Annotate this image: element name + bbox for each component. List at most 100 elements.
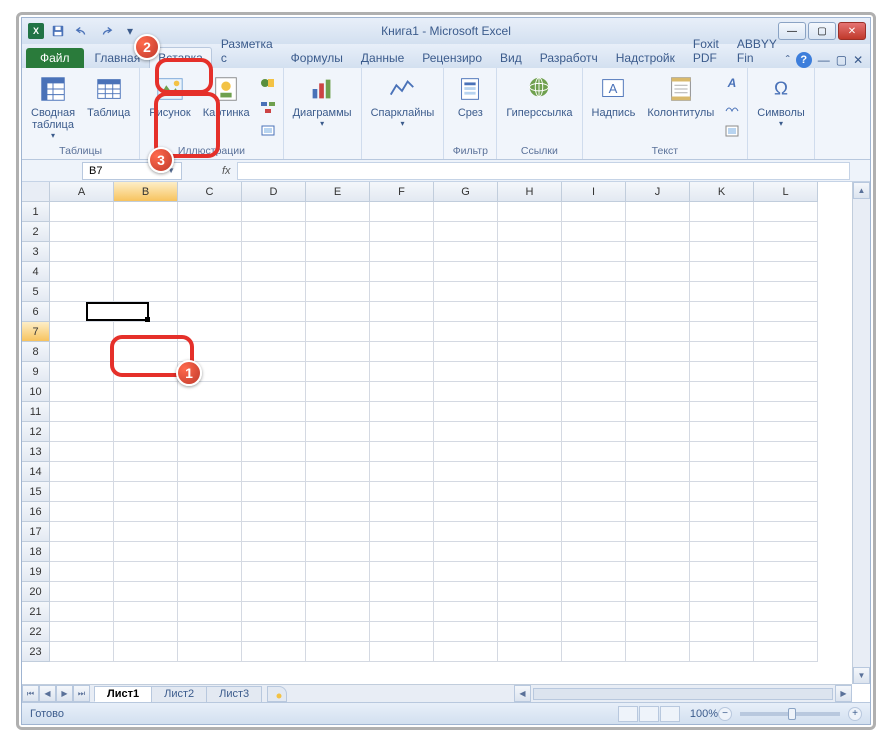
row-header[interactable]: 10 — [22, 382, 50, 402]
cell[interactable] — [114, 462, 178, 482]
cell[interactable] — [690, 422, 754, 442]
cell[interactable] — [690, 542, 754, 562]
cell[interactable] — [562, 442, 626, 462]
cell[interactable] — [370, 402, 434, 422]
cell[interactable] — [498, 562, 562, 582]
cell[interactable] — [690, 562, 754, 582]
cell[interactable] — [178, 402, 242, 422]
cell[interactable] — [306, 362, 370, 382]
sparklines-button[interactable]: Спарклайны ▾ — [366, 70, 440, 131]
cell[interactable] — [690, 582, 754, 602]
picture-button[interactable]: Рисунок — [144, 70, 196, 122]
zoom-in-button[interactable]: + — [848, 707, 862, 721]
cell[interactable] — [690, 502, 754, 522]
cell[interactable] — [690, 362, 754, 382]
cell[interactable] — [178, 422, 242, 442]
cell[interactable] — [562, 622, 626, 642]
hyperlink-button[interactable]: Гиперссылка — [501, 70, 577, 122]
row-header[interactable]: 2 — [22, 222, 50, 242]
row-header[interactable]: 1 — [22, 202, 50, 222]
cell[interactable] — [306, 462, 370, 482]
cell[interactable] — [754, 602, 818, 622]
cell[interactable] — [306, 302, 370, 322]
clipart-button[interactable]: Картинка — [198, 70, 255, 122]
cell[interactable] — [114, 262, 178, 282]
col-header[interactable]: C — [178, 182, 242, 202]
cell[interactable] — [50, 282, 114, 302]
cell[interactable] — [562, 582, 626, 602]
scroll-up-icon[interactable]: ▲ — [853, 182, 870, 199]
cell[interactable] — [498, 242, 562, 262]
cell[interactable] — [178, 542, 242, 562]
cell[interactable] — [562, 222, 626, 242]
cell[interactable] — [434, 562, 498, 582]
scroll-left-icon[interactable]: ◀ — [514, 685, 531, 702]
row-header[interactable]: 3 — [22, 242, 50, 262]
cell[interactable] — [498, 402, 562, 422]
screenshot-icon[interactable] — [257, 120, 279, 142]
cell[interactable] — [50, 382, 114, 402]
cell[interactable] — [754, 542, 818, 562]
cell[interactable] — [562, 302, 626, 322]
row-header[interactable]: 17 — [22, 522, 50, 542]
cell[interactable] — [370, 582, 434, 602]
new-sheet-button[interactable] — [267, 686, 287, 702]
cell[interactable] — [50, 402, 114, 422]
cell[interactable] — [690, 302, 754, 322]
cell[interactable] — [754, 482, 818, 502]
cell[interactable] — [626, 382, 690, 402]
cell[interactable] — [306, 322, 370, 342]
cell[interactable] — [434, 522, 498, 542]
close-button[interactable]: ✕ — [838, 22, 866, 40]
cell[interactable] — [114, 222, 178, 242]
cell[interactable] — [498, 202, 562, 222]
object-icon[interactable] — [721, 120, 743, 142]
col-header[interactable]: E — [306, 182, 370, 202]
cell[interactable] — [178, 322, 242, 342]
cell[interactable] — [754, 342, 818, 362]
cell[interactable] — [114, 562, 178, 582]
tab-data[interactable]: Данные — [352, 47, 413, 68]
cell[interactable] — [434, 622, 498, 642]
zoom-slider[interactable] — [740, 712, 840, 716]
cell[interactable] — [626, 462, 690, 482]
cell[interactable] — [50, 462, 114, 482]
excel-app-icon[interactable]: X — [28, 23, 44, 39]
row-header[interactable]: 5 — [22, 282, 50, 302]
cell[interactable] — [242, 522, 306, 542]
view-page-break-icon[interactable] — [660, 706, 680, 722]
cell[interactable] — [370, 562, 434, 582]
col-header[interactable]: J — [626, 182, 690, 202]
cell[interactable] — [370, 302, 434, 322]
row-header[interactable]: 23 — [22, 642, 50, 662]
cell[interactable] — [562, 542, 626, 562]
ribbon-minimize-icon[interactable]: ˆ — [786, 53, 790, 67]
cell[interactable] — [178, 202, 242, 222]
cell[interactable] — [370, 442, 434, 462]
redo-icon[interactable] — [96, 21, 116, 41]
cell[interactable] — [562, 362, 626, 382]
cell[interactable] — [754, 222, 818, 242]
cell[interactable] — [562, 242, 626, 262]
cell[interactable] — [114, 442, 178, 462]
cell[interactable] — [178, 562, 242, 582]
cell[interactable] — [498, 462, 562, 482]
sheet-nav-prev-icon[interactable]: ◀ — [39, 685, 56, 702]
cell[interactable] — [690, 242, 754, 262]
cell[interactable] — [562, 642, 626, 662]
cell[interactable] — [754, 282, 818, 302]
cell[interactable] — [370, 262, 434, 282]
cell[interactable] — [626, 522, 690, 542]
hscroll-track[interactable] — [533, 688, 833, 700]
cell[interactable] — [306, 342, 370, 362]
sheet-nav-next-icon[interactable]: ▶ — [56, 685, 73, 702]
col-header[interactable]: A — [50, 182, 114, 202]
cell[interactable] — [370, 622, 434, 642]
header-footer-button[interactable]: Колонтитулы — [642, 70, 719, 122]
wordart-icon[interactable]: A — [721, 72, 743, 94]
cell[interactable] — [754, 362, 818, 382]
cell[interactable] — [242, 202, 306, 222]
save-icon[interactable] — [48, 21, 68, 41]
cell[interactable] — [434, 222, 498, 242]
cell[interactable] — [498, 482, 562, 502]
